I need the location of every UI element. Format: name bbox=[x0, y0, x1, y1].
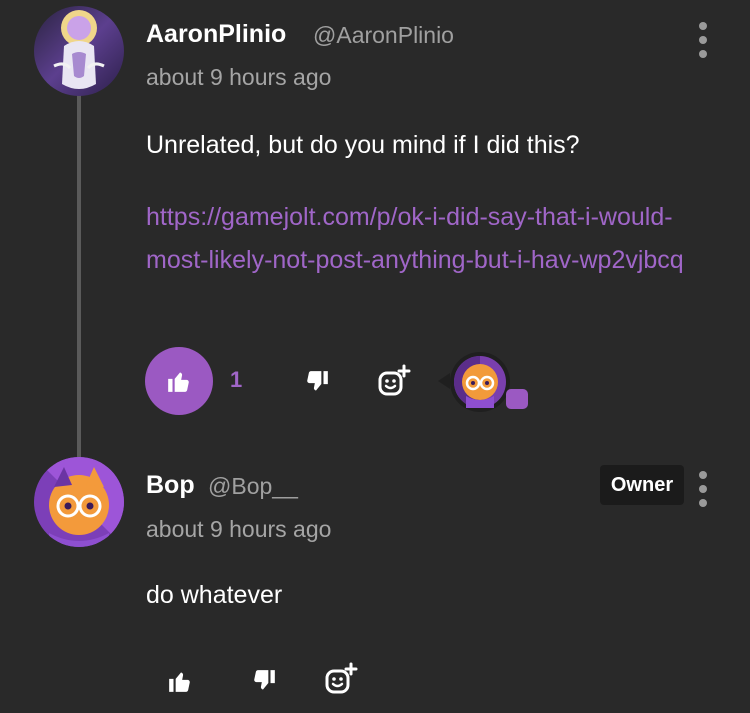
owner-badge: Owner bbox=[600, 465, 684, 505]
avatar-aaronplinio[interactable] bbox=[34, 6, 124, 96]
comment-text: do whatever bbox=[146, 581, 283, 609]
like-button[interactable] bbox=[163, 664, 197, 698]
dislike-button[interactable] bbox=[247, 664, 281, 698]
avatar-bop[interactable] bbox=[34, 457, 124, 547]
add-reaction-button[interactable] bbox=[320, 660, 360, 700]
comment-timestamp[interactable]: about 9 hours ago bbox=[146, 516, 331, 543]
thumbs-down-icon bbox=[307, 371, 328, 391]
comment-username[interactable]: Bop bbox=[146, 471, 195, 500]
reply-pointer bbox=[438, 373, 450, 389]
comment-timestamp[interactable]: about 9 hours ago bbox=[146, 64, 331, 91]
more-vertical-icon[interactable] bbox=[693, 22, 713, 58]
more-vertical-icon[interactable] bbox=[693, 471, 713, 507]
comment-handle[interactable]: @Bop__ bbox=[208, 473, 298, 500]
add-reaction-button[interactable] bbox=[373, 362, 413, 402]
thread-line bbox=[77, 92, 81, 464]
comment-text: Unrelated, but do you mind if I did this… bbox=[146, 131, 580, 159]
comment-link[interactable]: https://gamejolt.com/p/ok-i-did-say-that… bbox=[146, 196, 731, 282]
add-reaction-icon bbox=[325, 662, 358, 694]
add-reaction-icon bbox=[378, 364, 411, 396]
like-count: 1 bbox=[230, 367, 243, 392]
thumbs-up-icon bbox=[168, 372, 189, 392]
comment-username[interactable]: AaronPlinio bbox=[146, 20, 286, 49]
like-button[interactable] bbox=[145, 347, 213, 415]
dislike-button[interactable] bbox=[300, 365, 334, 399]
thumbs-up-icon bbox=[169, 672, 190, 692]
comment-handle[interactable]: @AaronPlinio bbox=[313, 22, 454, 49]
reply-count-badge bbox=[506, 389, 528, 409]
reply-author-avatar[interactable] bbox=[450, 352, 510, 412]
thumbs-down-icon bbox=[254, 670, 275, 690]
